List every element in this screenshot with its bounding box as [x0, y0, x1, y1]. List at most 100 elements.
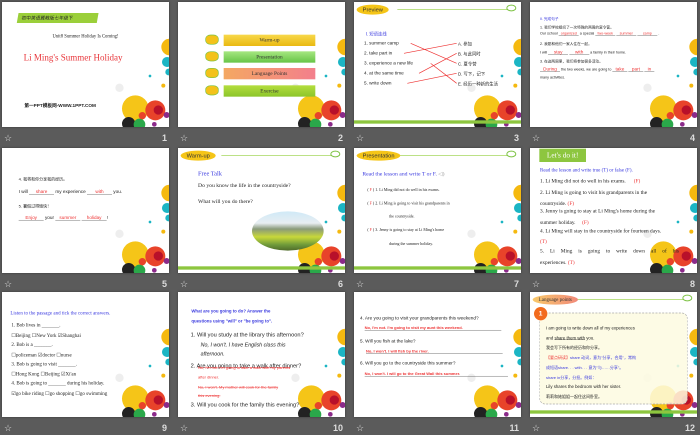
tf-item: during the summer holiday.: [388, 241, 433, 246]
sentence: Enjoy your summer holiday!: [18, 215, 108, 221]
star-icon[interactable]: ☆: [180, 423, 188, 434]
answer: No, I won't. My mother will cook for the…: [197, 384, 279, 390]
slide-thumbnail-7[interactable]: Presentation Read the lesson and write T…: [354, 148, 521, 273]
slide-thumbnail-10[interactable]: What are you going to do? Answer the que…: [178, 292, 345, 417]
sentence: Our school organized a special two-week …: [539, 31, 660, 36]
sentence: 5. 暑假过得愉快！: [18, 203, 52, 209]
star-icon[interactable]: ☆: [356, 279, 364, 290]
slide-number: 2: [337, 133, 343, 143]
options[interactable]: ☐Beijing ☐New York ☑Shanghai: [11, 332, 81, 338]
slide-number: 8: [689, 279, 695, 289]
slide-footer-11: ☆ 11: [354, 423, 521, 435]
menu-icon: [205, 34, 219, 45]
slide-number: 6: [337, 279, 343, 289]
menu-icon: [205, 51, 219, 62]
tf-line: 3. Jenny is going to stay at Li Ming's h…: [539, 207, 656, 214]
star-icon[interactable]: ☆: [532, 133, 540, 144]
options[interactable]: ☑go bike riding ☐go shopping ☐go swimmin…: [11, 390, 107, 396]
answer: No, I won't. I have English class this: [200, 342, 286, 348]
star-icon[interactable]: ☆: [4, 279, 12, 290]
slide-thumbnail-9[interactable]: Listen to the passage and tick the corre…: [2, 292, 169, 417]
question: 3. Bob is going to visit _______.: [11, 361, 77, 367]
speaker-icon: ◁): [438, 170, 445, 177]
slide-footer-10: ☆ 10: [178, 423, 345, 435]
unit-subtitle: Unit8 Summer Holiday Is Coming!: [52, 33, 119, 39]
tf-item: ( F ) 1. Li Ming did not do well in his …: [367, 187, 440, 192]
bubble-decoration: [354, 292, 521, 417]
options[interactable]: ☐Hong Kong ☐Beijing ☑Xi'an: [11, 371, 76, 377]
star-icon[interactable]: ☆: [532, 279, 540, 290]
slide-thumbnail-12[interactable]: Language points 1 I am going to write do…: [530, 292, 697, 417]
star-icon[interactable]: ☆: [532, 423, 540, 434]
bubble-decoration: [354, 148, 521, 273]
instruction: Listen to the passage and tick the corre…: [10, 310, 111, 316]
slide-number: 5: [161, 279, 167, 289]
sentence: 3. 在这两周里，我们将参加很多活动。: [539, 59, 603, 64]
menu-warm-up[interactable]: Warm-up: [223, 34, 316, 46]
bubble-decoration: [178, 2, 345, 127]
answer-blank: share: [29, 189, 55, 195]
point-badge: 1: [533, 306, 548, 321]
options[interactable]: ☐policeman ☑doctor ☐nurse: [11, 352, 71, 358]
slide-thumbnail-3[interactable]: Preview Ⅰ. 短语连线 1. summer camp 2. take p…: [354, 2, 521, 127]
slide-thumbnail-8[interactable]: Let's do it! Read the lesson and write t…: [530, 148, 697, 273]
slide-thumbnail-2[interactable]: Warm-up Presentation Language Points Exe…: [178, 2, 345, 127]
note-line: 我会写下所有的经历和你分享。: [545, 345, 602, 350]
footer-bar: [354, 266, 521, 270]
bubble-decoration: [2, 148, 169, 273]
slide-number: 1: [161, 133, 167, 143]
tf-answer: (T): [539, 238, 547, 245]
star-icon[interactable]: ☆: [356, 133, 364, 144]
slide-number: 10: [332, 423, 343, 433]
answer-blank: two-week: [595, 31, 616, 36]
sentence: I will share my experience with you.: [18, 188, 123, 195]
header-line: [221, 155, 332, 156]
instruction: questions using "will" or "be going to".: [191, 318, 273, 324]
star-icon[interactable]: ☆: [4, 133, 12, 144]
question: 1. Will you study at the library this af…: [190, 331, 304, 338]
slide-footer-3: ☆ 3: [354, 133, 521, 145]
header-line: [573, 299, 684, 300]
menu-exercise[interactable]: Exercise: [223, 85, 316, 97]
star-icon[interactable]: ☆: [356, 423, 364, 434]
answer-blank: part: [628, 66, 644, 72]
slide-thumbnail-6[interactable]: Warm-up Free Talk Do you know the life i…: [178, 148, 345, 273]
star-icon[interactable]: ☆: [4, 423, 12, 434]
slide-thumbnail-4[interactable]: Ⅱ. 完成句子 1. 我们学校组织了一次特殊的两周的夏令营。 Our schoo…: [530, 2, 697, 127]
note-line: and share them with you.: [545, 335, 595, 341]
slide-thumbnail-1[interactable]: 初中英语冀教版七年级下 Unit8 Summer Holiday Is Comi…: [2, 2, 169, 127]
section-header: Language points: [532, 294, 578, 305]
slide-thumbnail-5[interactable]: 4. 我将和你分享我的经历。 I will share my experienc…: [2, 148, 169, 273]
matching-lines: [403, 43, 457, 84]
answer-blank: camp: [637, 31, 658, 36]
slide-footer-12: ☆ 12: [530, 423, 697, 435]
instruction: Read the lesson and write true (T) or fa…: [539, 167, 633, 173]
question: 6. Will you go to the countryside this s…: [359, 360, 456, 366]
question: Do you know the life in the countryside?: [197, 181, 291, 189]
sentence: 1. 我们学校组织了一次特殊的两周的夏令营。: [539, 25, 614, 30]
slide-number: 7: [513, 279, 519, 289]
answer: afternoon.: [200, 351, 225, 357]
sentence: many activities.: [539, 75, 566, 80]
footer-bar: [178, 266, 345, 270]
note-line: 成短语share. . . with. . . 意为"与……分享"。: [545, 365, 624, 370]
question: 5. Will you fish at the lake?: [359, 337, 416, 344]
section-header: Let's do it!: [539, 148, 586, 162]
sentence: During the two weeks, we are going to ta…: [539, 66, 655, 72]
mascot-icon: [682, 294, 693, 302]
star-icon[interactable]: ☆: [180, 279, 188, 290]
question: What will you do there?: [197, 197, 253, 205]
menu-language-points[interactable]: Language Points: [223, 67, 316, 80]
mascot-icon: [330, 150, 341, 158]
slide-footer-1: ☆ 1: [2, 133, 169, 145]
slide-footer-8: ☆ 8: [530, 279, 697, 291]
note-line: I am going to write down all of my exper…: [545, 325, 635, 331]
menu-presentation[interactable]: Presentation: [223, 51, 316, 63]
tf-item: ( F ) 3. Jenny is going to stay at Li Mi…: [367, 227, 445, 232]
star-icon[interactable]: ☆: [180, 133, 188, 144]
slide-thumbnail-11[interactable]: 4. Are you going to visit your grandpare…: [354, 292, 521, 417]
countryside-image: [251, 211, 324, 251]
slide-footer-5: ☆ 5: [2, 279, 169, 291]
question: 4. Are you going to visit your grandpare…: [359, 315, 479, 321]
slide-footer-9: ☆ 9: [2, 423, 169, 435]
